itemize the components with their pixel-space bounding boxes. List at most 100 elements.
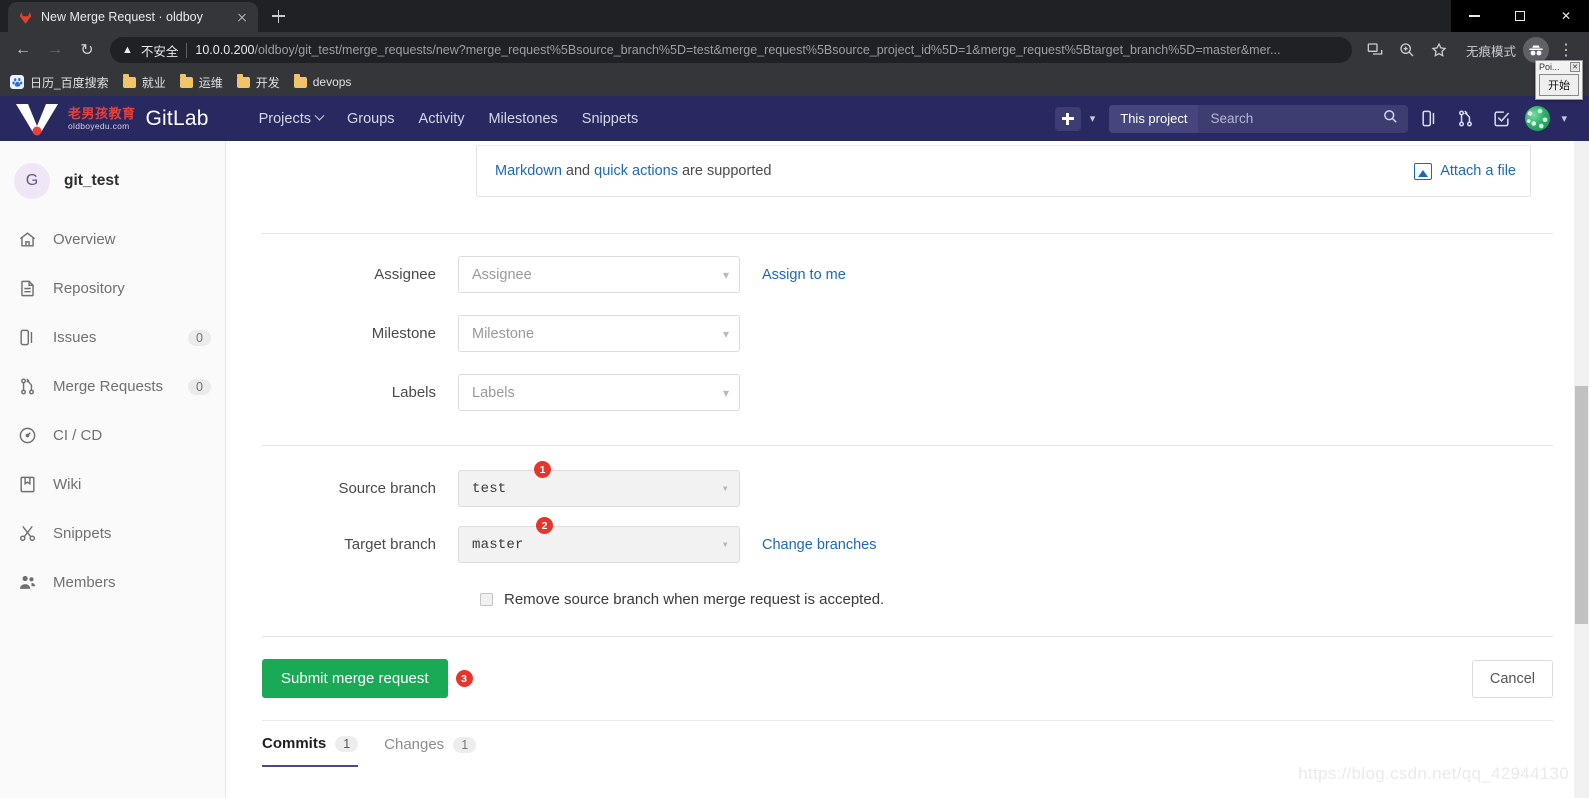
chevron-down-icon[interactable]: ▾: [1090, 112, 1096, 125]
attach-image-icon: [1414, 162, 1433, 180]
assign-to-me-link[interactable]: Assign to me: [762, 267, 846, 283]
nav-item-milestones[interactable]: Milestones: [488, 111, 557, 127]
browser-toolbar: ← → ↻ ▲ 不安全 10.0.0.200/oldboy/git_test/m…: [0, 32, 1589, 68]
markdown-link[interactable]: Markdown: [495, 163, 562, 179]
merge-request-icon: [18, 377, 37, 396]
sidebar-item-issues[interactable]: Issues 0: [0, 313, 225, 362]
maximize-icon[interactable]: [1497, 0, 1543, 32]
assignee-select[interactable]: Assignee ▾: [458, 256, 740, 293]
field-label: Milestone: [371, 325, 436, 342]
browser-tab[interactable]: New Merge Request · oldboy: [8, 2, 258, 32]
sidebar-item-wiki[interactable]: Wiki: [0, 460, 225, 509]
chevron-down-icon: ▾: [721, 482, 729, 496]
change-branches-link[interactable]: Change branches: [762, 537, 876, 553]
tab-title: New Merge Request · oldboy: [41, 10, 203, 24]
annotation-badge-2: 2: [536, 517, 553, 534]
bookmark-label: 运维: [198, 75, 223, 90]
tab-commits[interactable]: Commits 1: [262, 735, 359, 767]
search-scope-label[interactable]: This project: [1109, 104, 1199, 133]
milestone-select[interactable]: Milestone ▾: [458, 315, 740, 352]
merge-requests-icon[interactable]: [1450, 104, 1480, 134]
search-icon[interactable]: [1383, 109, 1398, 129]
bookmarks-bar: 日历_百度搜索 就业 运维 开发 devops: [0, 68, 1589, 96]
labels-select[interactable]: Labels ▾: [458, 374, 740, 411]
quick-actions-link[interactable]: quick actions: [594, 163, 678, 179]
tab-count: 1: [335, 735, 359, 752]
nav-item-projects[interactable]: Projects: [259, 111, 325, 127]
assignee-select-wrap: Assignee ▾: [458, 256, 740, 293]
nav-item-snippets[interactable]: Snippets: [582, 111, 638, 127]
todos-icon[interactable]: [1486, 104, 1516, 134]
bookmark-item[interactable]: 就业: [122, 74, 166, 91]
attach-file-button[interactable]: Attach a file: [1414, 162, 1516, 180]
submit-merge-request-button[interactable]: Submit merge request: [262, 659, 448, 698]
divider: [262, 445, 1553, 446]
field-label: Labels: [391, 384, 436, 401]
minimize-icon[interactable]: [1451, 0, 1497, 32]
mr-preview-tabs: Commits 1 Changes 1: [262, 721, 1553, 767]
field-label: Assignee: [374, 266, 436, 283]
chevron-down-icon[interactable]: ▾: [1561, 112, 1567, 125]
issues-icon[interactable]: [1414, 104, 1444, 134]
remove-source-branch-checkbox[interactable]: [480, 593, 493, 606]
zoom-in-icon[interactable]: [1392, 35, 1422, 65]
remove-source-branch-row[interactable]: Remove source branch when merge request …: [458, 591, 1553, 608]
sidebar-item-ci-cd[interactable]: CI / CD: [0, 411, 225, 460]
nav-label: Groups: [346, 110, 395, 127]
field-row-target-branch: Target branch master ▾ 2 Change branches: [262, 517, 1553, 563]
nav-item-groups[interactable]: Groups: [347, 111, 395, 127]
sidebar-project-header[interactable]: G git_test: [0, 147, 225, 215]
tab-count: 1: [453, 736, 477, 753]
sidebar-item-merge-requests[interactable]: Merge Requests 0: [0, 362, 225, 411]
close-icon[interactable]: ✕: [1543, 0, 1589, 32]
tab-changes[interactable]: Changes 1: [384, 735, 477, 767]
sidebar-item-label: Overview: [53, 231, 116, 248]
star-icon[interactable]: [1424, 35, 1454, 65]
translate-icon[interactable]: [1360, 35, 1390, 65]
users-icon: [18, 573, 37, 592]
nav-label: Snippets: [581, 110, 639, 127]
sidebar-item-label: Merge Requests: [53, 378, 164, 395]
sidebar-item-repository[interactable]: Repository: [0, 264, 225, 313]
sidebar-item-members[interactable]: Members: [0, 558, 225, 607]
sidebar-item-label: Repository: [53, 280, 125, 297]
folder-icon: [236, 74, 250, 88]
sidebar-item-overview[interactable]: Overview: [0, 215, 225, 264]
close-icon[interactable]: [234, 9, 250, 25]
close-box-icon[interactable]: ✕: [1570, 62, 1580, 72]
reload-icon[interactable]: ↻: [72, 35, 102, 65]
search-bar[interactable]: This project Search: [1109, 104, 1409, 133]
vertical-scrollbar[interactable]: [1574, 141, 1589, 798]
bookmark-label: 日历_百度搜索: [30, 75, 109, 90]
incognito-label: 无痕模式: [1465, 44, 1516, 59]
arrow-left-icon[interactable]: ←: [8, 35, 38, 65]
search-input[interactable]: Search: [1198, 109, 1408, 129]
avatar[interactable]: [1522, 104, 1552, 134]
bookmark-item[interactable]: 开发: [236, 74, 280, 91]
folder-icon: [293, 74, 307, 88]
address-bar[interactable]: ▲ 不安全 10.0.0.200/oldboy/git_test/merge_r…: [110, 37, 1352, 63]
floating-tool-window[interactable]: Poi... ✕ 开始: [1535, 60, 1583, 100]
new-tab-button[interactable]: [264, 2, 292, 30]
field-row-source-branch: Source branch test ▾ 1: [262, 461, 1553, 507]
annotation-badge-3: 3: [455, 670, 473, 687]
plus-square-icon[interactable]: [1054, 106, 1081, 131]
rocket-gauge-icon: [18, 426, 37, 445]
gitlab-logo[interactable]: 老男孩教育 oldboyedu.com GitLab: [14, 102, 209, 136]
suffix-text: are supported: [677, 163, 772, 179]
nav-item-activity[interactable]: Activity: [419, 111, 465, 127]
labels-select-wrap: Labels ▾: [458, 374, 740, 411]
issues-icon: [18, 328, 37, 347]
bookmark-item[interactable]: devops: [293, 74, 351, 89]
sidebar-item-snippets[interactable]: Snippets: [0, 509, 225, 558]
window-controls: ✕: [1451, 0, 1589, 32]
cancel-button[interactable]: Cancel: [1471, 659, 1553, 698]
start-button[interactable]: 开始: [1539, 74, 1579, 96]
bookmark-item[interactable]: 日历_百度搜索: [10, 74, 109, 91]
chevron-down-icon: ▾: [722, 326, 729, 341]
sidebar-item-count: 0: [188, 329, 211, 346]
arrow-right-icon[interactable]: →: [40, 35, 70, 65]
divider: [262, 233, 1553, 234]
bookmark-item[interactable]: 运维: [179, 74, 223, 91]
scrollbar-thumb[interactable]: [1575, 386, 1588, 624]
